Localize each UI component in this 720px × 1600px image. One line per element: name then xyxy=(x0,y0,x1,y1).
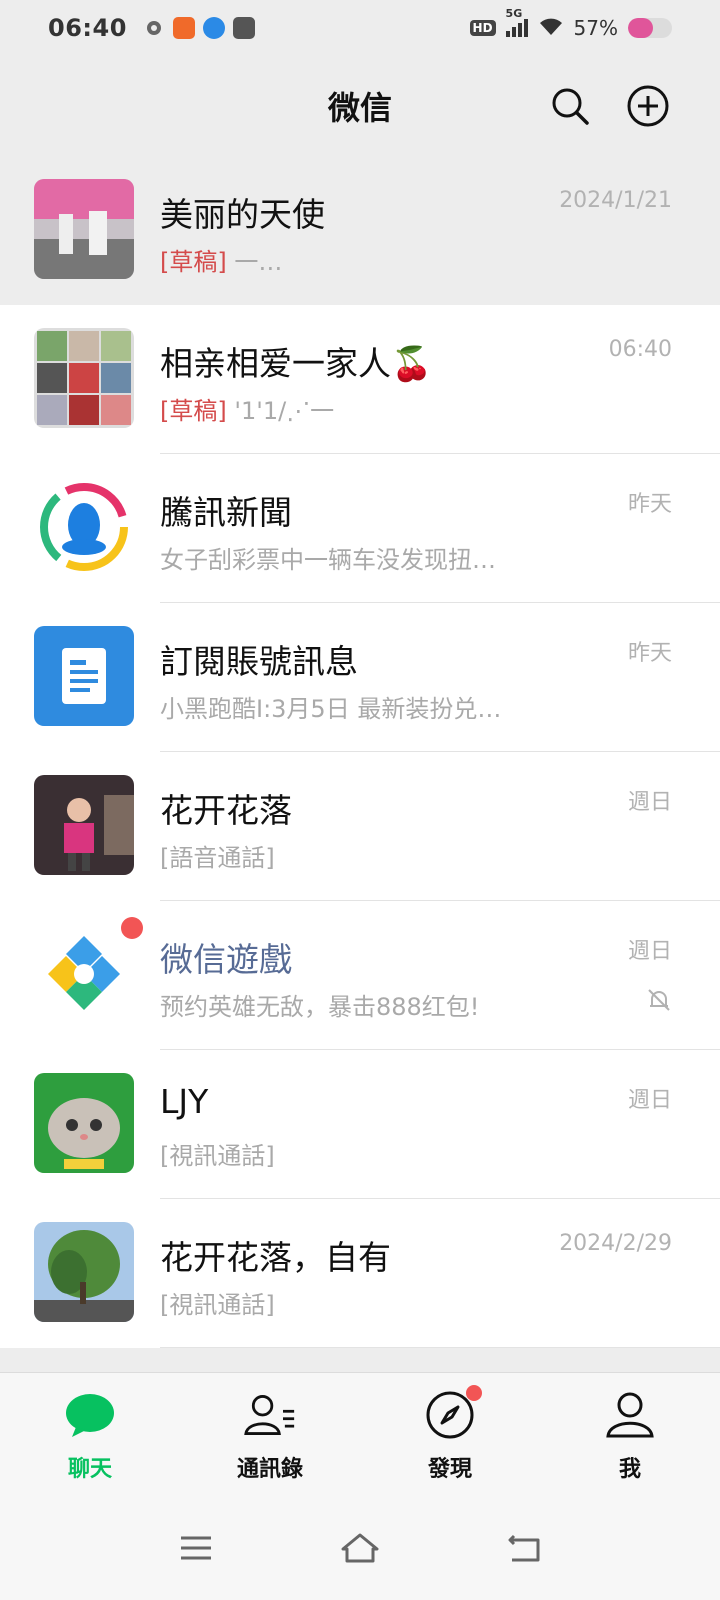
tab-chats[interactable]: 聊天 xyxy=(0,1373,180,1496)
tab-contacts[interactable]: 通訊錄 xyxy=(180,1373,360,1496)
wechat-games-logo-icon xyxy=(34,924,134,1024)
chat-preview: [草稿] '1'1/⋰一 xyxy=(160,391,334,426)
notification-icons xyxy=(143,17,255,39)
chat-preview: [草稿] 一… xyxy=(160,242,282,277)
plus-circle-icon xyxy=(627,85,669,127)
tab-discover[interactable]: 發現 xyxy=(360,1373,540,1496)
bottom-tab-bar: 聊天 通訊錄 發現 我 xyxy=(0,1372,720,1496)
menu-lines-icon xyxy=(181,1536,211,1560)
draft-tag: [草稿] xyxy=(160,397,227,425)
chat-name: 花开花落 xyxy=(160,791,292,830)
divider xyxy=(160,1347,720,1348)
chat-time: 06:40 xyxy=(608,337,672,362)
chat-row[interactable]: 花开花落 [語音通話] 週日 xyxy=(0,752,720,901)
status-right: HD 5G 57% xyxy=(469,7,672,41)
recent-apps-button[interactable] xyxy=(174,1526,218,1570)
app-header: 微信 xyxy=(0,56,720,156)
chat-preview: [視訊通話] xyxy=(160,1142,275,1170)
back-arrow-icon xyxy=(508,1534,540,1562)
hd-badge-icon: HD xyxy=(469,20,496,36)
contacts-icon xyxy=(244,1389,296,1441)
unread-dot xyxy=(121,917,143,939)
tab-label: 發現 xyxy=(427,1457,472,1482)
avatar xyxy=(34,775,134,875)
person-icon xyxy=(604,1389,656,1441)
avatar xyxy=(34,1073,134,1173)
chat-row[interactable]: 騰訊新聞 女子刮彩票中一辆车没发现扭… 昨天 xyxy=(0,454,720,603)
tab-label: 通訊錄 xyxy=(236,1457,303,1482)
discover-badge-dot xyxy=(466,1385,482,1401)
back-button[interactable] xyxy=(502,1526,546,1570)
chat-row[interactable]: 訂閱賬號訊息 小黑跑酷I:3月5日 最新装扮兑… 昨天 xyxy=(0,603,720,752)
chat-preview: [語音通話] xyxy=(160,844,275,872)
mute-bell-icon xyxy=(648,989,670,1011)
chat-row[interactable]: 相亲相爱一家人🍒 [草稿] '1'1/⋰一 06:40 xyxy=(0,305,720,454)
search-icon xyxy=(552,88,589,125)
chat-row[interactable]: LJY [視訊通話] 週日 xyxy=(0,1050,720,1199)
chat-time: 2024/2/29 xyxy=(559,1231,672,1256)
chat-name: 騰訊新聞 xyxy=(160,493,292,532)
chat-bubble-icon xyxy=(64,1389,116,1441)
chat-list: 美丽的天使 [草稿] 一… 2024/1/21 相亲相爱一家人🍒 [草稿] '1… xyxy=(0,156,720,1348)
chat-preview-text: '1'1/⋰一 xyxy=(226,397,335,425)
chat-row[interactable]: 花开花落，自有 [視訊通話] 2024/2/29 xyxy=(0,1199,720,1348)
home-icon xyxy=(341,1533,379,1563)
search-button[interactable] xyxy=(548,84,592,128)
battery-fill xyxy=(628,18,654,38)
chat-preview: 预约英雄无敌，暴击888红包! xyxy=(160,993,480,1021)
chat-time: 昨天 xyxy=(627,641,672,666)
chat-time: 2024/1/21 xyxy=(559,188,672,213)
chat-row[interactable]: 美丽的天使 [草稿] 一… 2024/1/21 xyxy=(0,156,720,305)
tab-label: 我 xyxy=(618,1457,641,1482)
subscription-document-icon xyxy=(34,626,134,726)
battery-percent: 57% xyxy=(573,16,618,40)
compass-icon xyxy=(424,1385,482,1441)
avatar xyxy=(34,179,134,279)
chat-name: 相亲相爱一家人🍒 xyxy=(160,344,433,383)
tab-me[interactable]: 我 xyxy=(540,1373,720,1496)
chat-preview-text: 一… xyxy=(226,248,283,276)
chat-time: 昨天 xyxy=(627,492,672,517)
settings-gear-icon xyxy=(143,17,165,39)
draft-tag: [草稿] xyxy=(160,248,227,276)
group-avatar xyxy=(34,328,134,428)
app-notification-icon xyxy=(172,17,195,39)
add-button[interactable] xyxy=(626,84,670,128)
chat-time: 週日 xyxy=(627,790,672,815)
chat-preview: 小黑跑酷I:3月5日 最新装扮兑… xyxy=(160,695,502,723)
tencent-news-logo-icon xyxy=(34,477,134,577)
network-label: 5G xyxy=(505,7,523,20)
chat-row[interactable]: 微信遊戲 预约英雄无敌，暴击888红包! 週日 xyxy=(0,901,720,1050)
home-button[interactable] xyxy=(338,1526,382,1570)
battery-icon xyxy=(628,18,672,38)
page-title: 微信 xyxy=(327,89,392,127)
chat-preview: [視訊通話] xyxy=(160,1291,275,1319)
tab-label: 聊天 xyxy=(67,1457,112,1482)
avatar xyxy=(34,1222,134,1322)
chat-name: 美丽的天使 xyxy=(160,195,325,234)
shopping-bag-icon xyxy=(232,17,255,39)
status-time: 06:40 xyxy=(48,14,127,42)
signal-icon: 5G xyxy=(505,7,528,37)
chat-name: LJY xyxy=(160,1082,209,1121)
status-bar: 06:40 HD 5G 57% xyxy=(0,0,720,56)
system-navigation-bar xyxy=(0,1496,720,1600)
chat-preview: 女子刮彩票中一辆车没发现扭… xyxy=(160,546,496,574)
chat-time: 週日 xyxy=(627,939,672,964)
chat-name: 花开花落，自有 xyxy=(160,1238,391,1277)
chat-time: 週日 xyxy=(627,1088,672,1113)
wifi-icon xyxy=(538,15,564,41)
wechat-screen: 06:40 HD 5G 57% 微信 美丽的天使 [草稿] 一… 2024/1/… xyxy=(0,0,720,1600)
chat-name: 微信遊戲 xyxy=(160,940,292,979)
chat-name: 訂閱賬號訊息 xyxy=(160,642,358,681)
kugou-icon xyxy=(202,17,225,39)
